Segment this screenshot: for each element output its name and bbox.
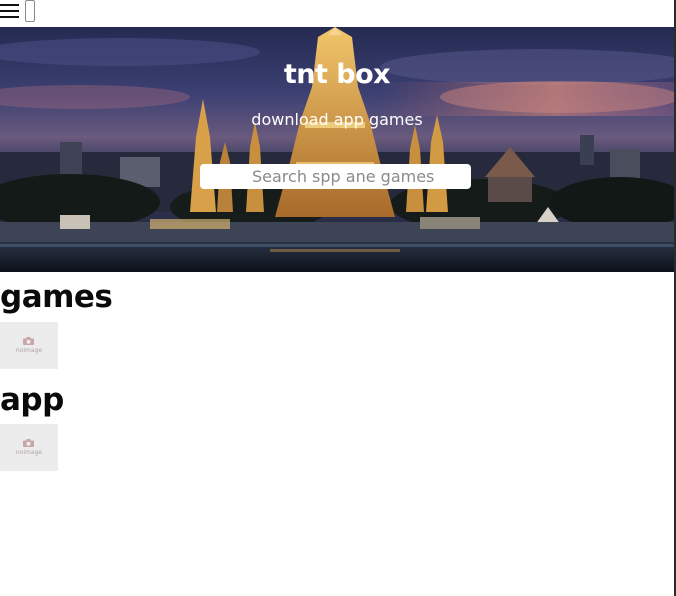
collapsed-search-input[interactable]: [25, 0, 35, 22]
site-subtitle: download app games: [251, 110, 423, 129]
section-heading-app: app: [0, 382, 64, 418]
site-title: tnt box: [283, 59, 391, 90]
search-input[interactable]: [200, 164, 471, 189]
page: tnt box download app games games noimage…: [0, 0, 676, 596]
section-heading-games: games: [0, 279, 113, 315]
hamburger-menu-icon[interactable]: [0, 2, 20, 18]
noimage-label: noimage: [15, 449, 43, 456]
camera-icon: [23, 337, 34, 345]
app-item-thumbnail[interactable]: noimage: [0, 424, 58, 471]
noimage-label: noimage: [15, 347, 43, 354]
hero-banner: tnt box download app games: [0, 27, 674, 272]
games-item-thumbnail[interactable]: noimage: [0, 322, 58, 369]
top-bar: [0, 0, 674, 27]
camera-icon: [23, 439, 34, 447]
